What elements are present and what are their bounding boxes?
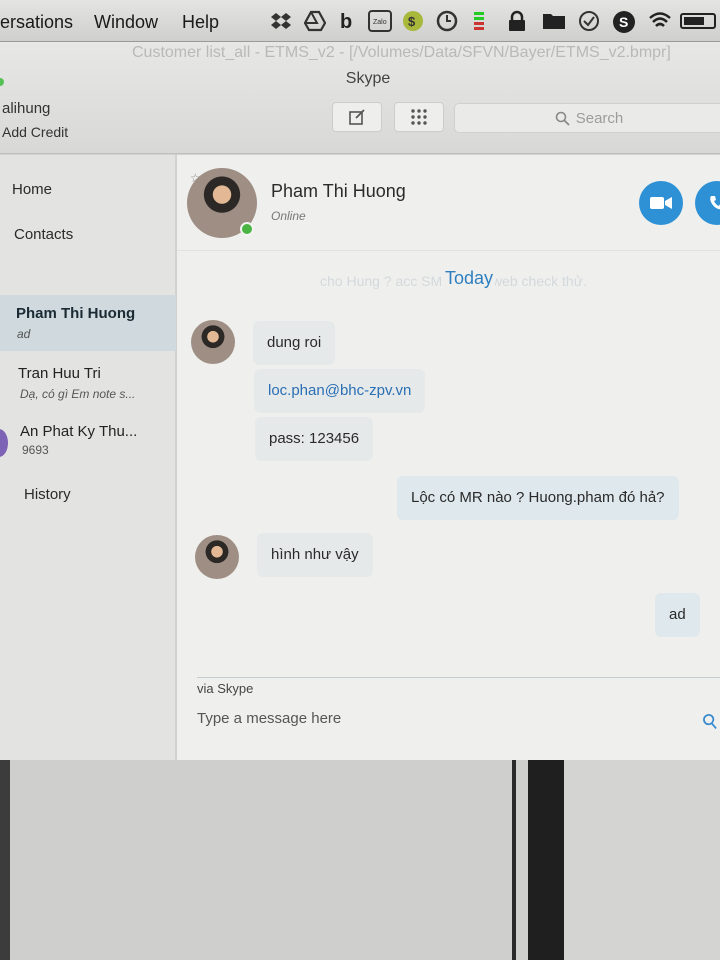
google-drive-icon[interactable] — [304, 10, 326, 32]
folder-icon[interactable] — [542, 10, 566, 32]
conversation-header: ☆ Pham Thi Huong Online — [177, 155, 720, 251]
recent-item-tran-huu-tri[interactable]: Tran Huu Tri Dạ, có gì Em note s... — [0, 355, 176, 411]
online-status-icon — [240, 222, 254, 236]
account-name[interactable]: alihung — [2, 100, 50, 117]
battery-icon[interactable] — [680, 10, 720, 32]
dialpad-button[interactable] — [394, 102, 444, 132]
lock-icon[interactable] — [506, 10, 528, 32]
recent-item-an-phat[interactable]: An Phat Ky Thu... 9693 — [0, 417, 176, 473]
compose-button[interactable] — [332, 102, 382, 132]
audio-call-button[interactable] — [695, 181, 720, 225]
sidebar-item-contacts[interactable]: Contacts — [14, 226, 73, 243]
signal-bars-icon — [472, 10, 486, 32]
search-placeholder: Search — [575, 109, 624, 127]
day-separator: Today — [443, 268, 496, 289]
message-bubble-outgoing[interactable]: ad — [655, 593, 700, 637]
evernote-icon[interactable]: $ — [402, 10, 424, 32]
svg-text:b: b — [340, 11, 352, 32]
background-window-edge — [0, 760, 10, 960]
skype-icon[interactable]: S — [612, 10, 636, 33]
dropbox-icon[interactable] — [270, 10, 292, 32]
svg-text:Zalo: Zalo — [373, 19, 387, 26]
recent-item-preview: 9693 — [22, 443, 49, 457]
recent-item-preview: ad — [17, 327, 31, 341]
svg-text:$: $ — [408, 14, 416, 29]
menu-help[interactable]: Help — [182, 12, 219, 33]
sender-avatar[interactable] — [195, 535, 239, 579]
sidebar: Home Contacts Pham Thi Huong ad Tran Huu… — [0, 155, 176, 760]
message-bubble-link[interactable]: loc.phan@bhc-zpv.vn — [254, 369, 426, 413]
message-input[interactable] — [197, 703, 687, 733]
contact-name[interactable]: Pham Thi Huong — [271, 181, 406, 202]
avatar — [0, 429, 8, 457]
window-title: Skype — [345, 70, 391, 87]
message-bubble[interactable]: hình như vậy — [257, 533, 373, 577]
search-input[interactable]: Search — [454, 103, 720, 133]
recent-item-name: Tran Huu Tri — [18, 365, 101, 382]
desktop-background — [0, 760, 720, 960]
video-camera-icon — [650, 197, 672, 209]
window-titlebar: Customer list_all - ETMS_v2 - [/Volumes/… — [0, 42, 720, 154]
check-shield-icon[interactable] — [578, 10, 600, 32]
dialpad-icon — [411, 109, 427, 125]
background-window-edge — [528, 760, 564, 960]
recent-item-name: Pham Thi Huong — [16, 305, 136, 322]
menu-conversations[interactable]: ersations — [0, 12, 73, 33]
attachment-icon[interactable]: ⚲ — [697, 707, 720, 736]
add-credit-link[interactable]: Add Credit — [2, 124, 68, 140]
via-skype-label[interactable]: via Skype — [197, 681, 253, 696]
phone-icon — [710, 196, 720, 210]
menu-window[interactable]: Window — [94, 12, 158, 33]
composer-divider — [197, 677, 720, 678]
wifi-icon[interactable] — [648, 10, 672, 32]
video-call-button[interactable] — [639, 181, 683, 225]
recent-item-name: An Phat Ky Thu... — [20, 423, 138, 440]
b-icon[interactable]: b — [336, 10, 358, 32]
message-bubble[interactable]: pass: 123456 — [255, 417, 374, 461]
search-icon — [555, 111, 570, 126]
clock-icon[interactable] — [436, 10, 458, 32]
contact-status: Online — [271, 209, 306, 223]
favorite-star-icon[interactable]: ☆ — [190, 171, 201, 185]
sidebar-item-history[interactable]: History — [24, 486, 71, 503]
svg-text:S: S — [619, 14, 628, 30]
recent-item-preview: Dạ, có gì Em note s... — [20, 387, 136, 401]
recent-item-pham-thi-huong[interactable]: Pham Thi Huong ad — [0, 295, 176, 351]
message-bubble-outgoing[interactable]: Lộc có MR nào ? Huong.pham đó hả? — [397, 476, 679, 520]
background-window — [564, 760, 720, 960]
menu-bar: ersations Window Help b Zalo $ S — [0, 0, 720, 42]
background-document-title: Customer list_all - ETMS_v2 - [/Volumes/… — [132, 44, 671, 61]
conversation-pane: ☆ Pham Thi Huong Online cho Hung ? acc S… — [177, 155, 720, 760]
background-window-edge — [512, 760, 516, 960]
message-bubble[interactable]: dung roi — [253, 321, 336, 365]
sidebar-item-home[interactable]: Home — [12, 181, 52, 198]
compose-icon — [349, 109, 365, 125]
sender-avatar[interactable] — [191, 320, 235, 364]
zalo-icon[interactable]: Zalo — [368, 10, 392, 32]
